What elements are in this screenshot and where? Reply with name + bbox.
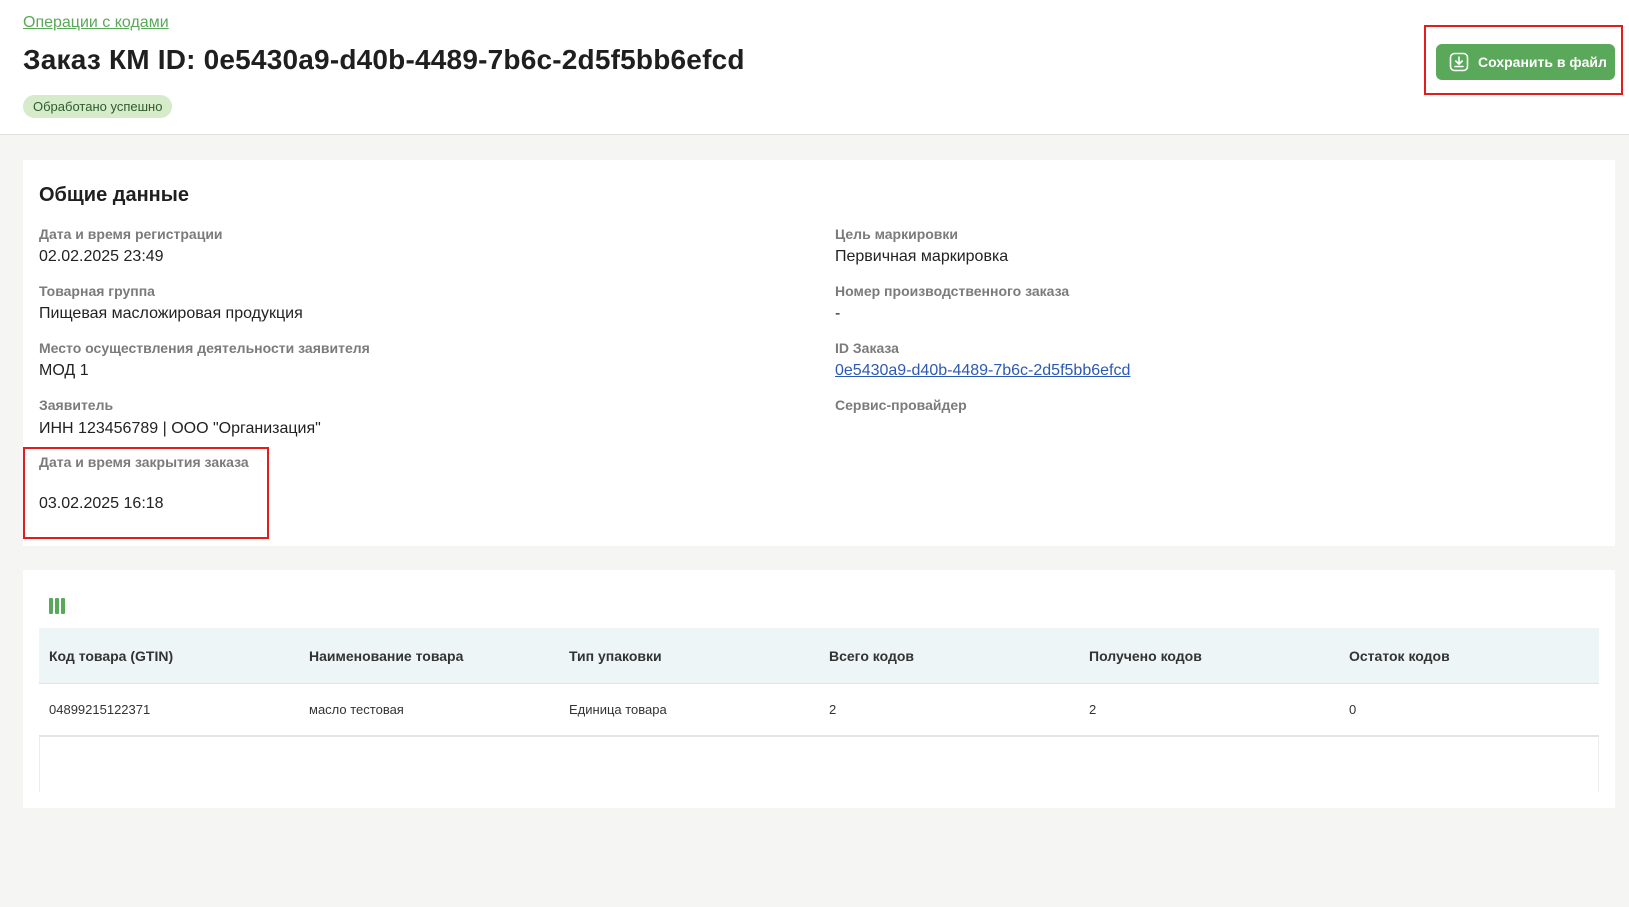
general-data-card: Общие данные Дата и время регистрации 02… xyxy=(23,160,1615,546)
download-icon xyxy=(1449,52,1469,72)
activity-place-label: Место осуществления деятельности заявите… xyxy=(39,340,370,356)
column-header-package[interactable]: Тип упаковки xyxy=(559,628,819,683)
page-header: Операции с кодами Заказ КМ ID: 0e5430a9-… xyxy=(0,0,1629,135)
table-cell-gtin: 04899215122371 xyxy=(49,702,151,717)
page-title: Заказ КМ ID: 0e5430a9-d40b-4489-7b6c-2d5… xyxy=(23,44,745,75)
table-row[interactable]: 04899215122371 масло тестовая Единица то… xyxy=(39,684,1599,737)
codes-table-card: Код товара (GTIN) Наименование товара Ти… xyxy=(23,570,1615,808)
close-date-label: Дата и время закрытия заказа xyxy=(39,454,249,470)
table-cell-name: масло тестовая xyxy=(309,702,404,717)
table-cell-remaining: 0 xyxy=(1349,702,1357,717)
production-order-value: - xyxy=(835,305,841,322)
registration-date-value: 02.02.2025 23:49 xyxy=(39,248,164,265)
close-date-value: 03.02.2025 16:18 xyxy=(39,495,164,512)
table-header: Код товара (GTIN) Наименование товара Ти… xyxy=(39,628,1599,684)
marking-purpose-value: Первичная маркировка xyxy=(835,248,1009,265)
column-header-total[interactable]: Всего кодов xyxy=(819,628,1079,683)
codes-table: Код товара (GTIN) Наименование товара Ти… xyxy=(39,628,1599,792)
column-header-gtin[interactable]: Код товара (GTIN) xyxy=(39,628,299,683)
production-order-label: Номер производственного заказа xyxy=(835,283,1070,299)
column-header-name[interactable]: Наименование товара xyxy=(299,628,559,683)
save-to-file-button[interactable]: Сохранить в файл xyxy=(1436,44,1615,80)
status-badge: Обработано успешно xyxy=(23,95,173,118)
section-title: Общие данные xyxy=(39,184,189,206)
breadcrumb-link[interactable]: Операции с кодами xyxy=(23,14,169,32)
order-id-link[interactable]: 0e5430a9-d40b-4489-7b6c-2d5f5bb6efcd xyxy=(835,362,1130,380)
service-provider-label: Сервис-провайдер xyxy=(835,397,967,413)
table-empty-area xyxy=(39,737,1599,792)
columns-icon[interactable] xyxy=(49,598,67,614)
save-button-label: Сохранить в файл xyxy=(1478,54,1607,70)
activity-place-value: МОД 1 xyxy=(39,362,89,379)
registration-date-label: Дата и время регистрации xyxy=(39,226,223,242)
order-id-label: ID Заказа xyxy=(835,340,899,356)
applicant-value: ИНН 123456789 | ООО "Организация" xyxy=(39,420,321,437)
marking-purpose-label: Цель маркировки xyxy=(835,226,959,242)
table-cell-package: Единица товара xyxy=(569,702,667,717)
column-header-received[interactable]: Получено кодов xyxy=(1079,628,1339,683)
product-group-label: Товарная группа xyxy=(39,283,155,299)
applicant-label: Заявитель xyxy=(39,397,114,413)
table-cell-received: 2 xyxy=(1089,702,1097,717)
table-cell-total: 2 xyxy=(829,702,837,717)
product-group-value: Пищевая масложировая продукция xyxy=(39,305,303,322)
column-header-remaining[interactable]: Остаток кодов xyxy=(1339,628,1599,683)
